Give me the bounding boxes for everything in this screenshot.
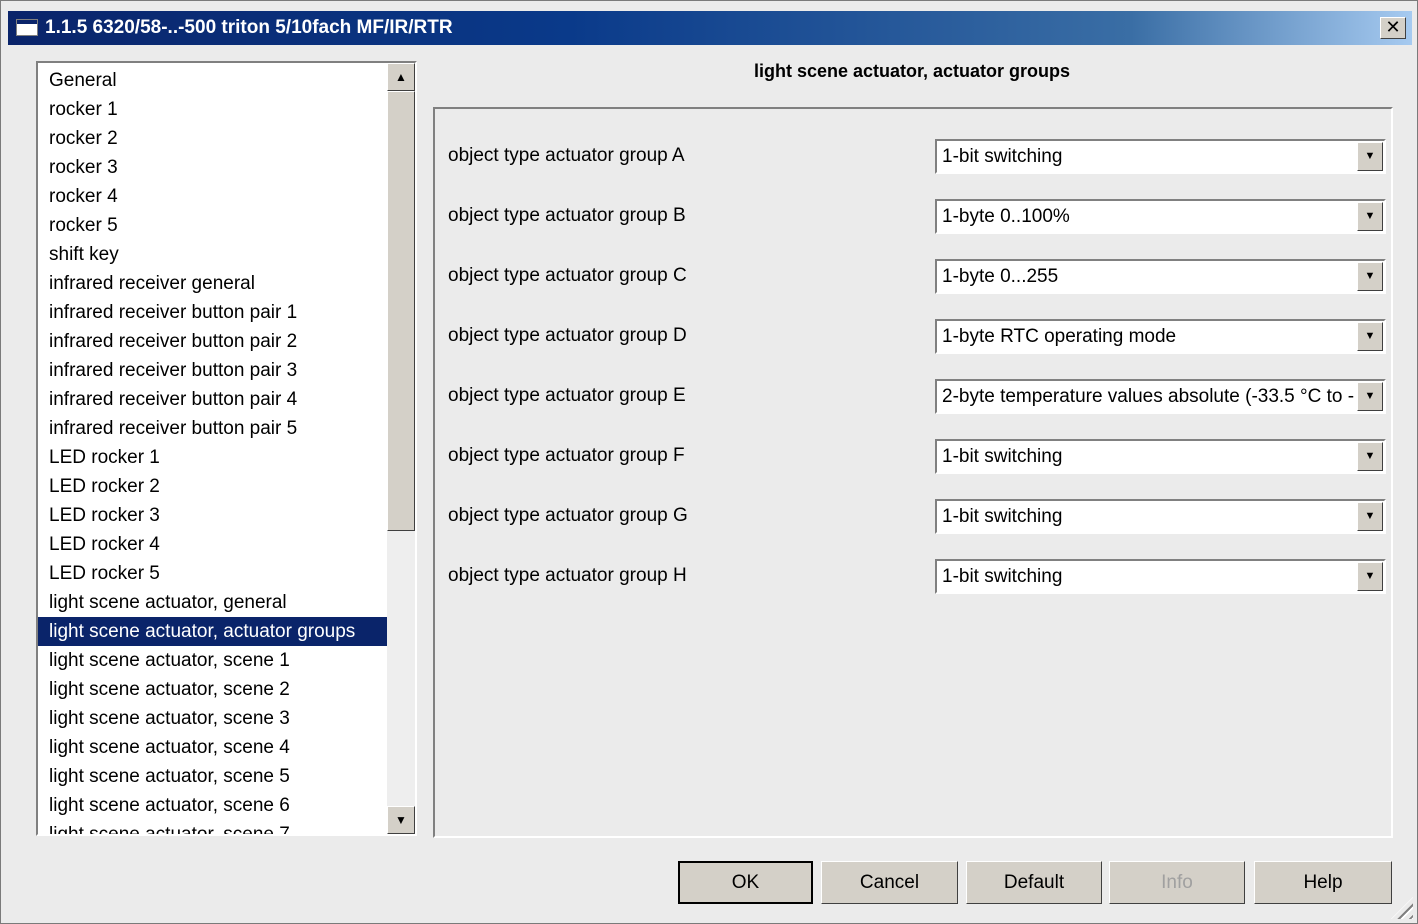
dropdown-value: 1-bit switching xyxy=(942,446,1063,467)
list-item[interactable]: LED rocker 2 xyxy=(38,472,388,501)
list-item[interactable]: shift key xyxy=(38,240,388,269)
parameter-row: object type actuator group F 1-bit switch… xyxy=(435,437,1391,475)
list-item[interactable]: light scene actuator, scene 4 xyxy=(38,733,388,762)
close-button[interactable]: ✕ xyxy=(1380,17,1406,39)
title-bar[interactable]: 1.1.5 6320/58-..-500 triton 5/10fach MF/… xyxy=(8,11,1412,45)
list-scrollbar[interactable]: ▲ ▼ xyxy=(387,63,415,834)
chevron-down-icon[interactable]: ▼ xyxy=(1357,442,1383,471)
dialog-window: 1.1.5 6320/58-..-500 triton 5/10fach MF/… xyxy=(0,0,1418,924)
parameter-dropdown[interactable]: 1-byte 0..100% ▼ xyxy=(935,199,1386,234)
list-item[interactable]: light scene actuator, scene 6 xyxy=(38,791,388,820)
scrollbar-thumb[interactable] xyxy=(387,91,415,531)
list-item[interactable]: infrared receiver button pair 1 xyxy=(38,298,388,327)
list-item[interactable]: rocker 5 xyxy=(38,211,388,240)
window-title: 1.1.5 6320/58-..-500 triton 5/10fach MF/… xyxy=(45,17,453,38)
parameter-dropdown[interactable]: 1-bit switching ▼ xyxy=(935,499,1386,534)
parameter-label: object type actuator group G xyxy=(448,505,688,526)
list-item[interactable]: light scene actuator, scene 2 xyxy=(38,675,388,704)
list-item[interactable]: light scene actuator, scene 7 xyxy=(38,820,388,834)
list-item[interactable]: LED rocker 5 xyxy=(38,559,388,588)
parameter-row: object type actuator group D 1-byte RTC o… xyxy=(435,317,1391,355)
cancel-button[interactable]: Cancel xyxy=(821,861,958,904)
chevron-down-icon[interactable]: ▼ xyxy=(1357,322,1383,351)
list-item[interactable]: rocker 2 xyxy=(38,124,388,153)
parameter-label: object type actuator group E xyxy=(448,385,686,406)
list-item[interactable]: rocker 4 xyxy=(38,182,388,211)
list-item[interactable]: infrared receiver button pair 3 xyxy=(38,356,388,385)
list-item[interactable]: rocker 1 xyxy=(38,95,388,124)
default-button[interactable]: Default xyxy=(966,861,1102,904)
parameter-dropdown[interactable]: 1-bit switching ▼ xyxy=(935,439,1386,474)
parameter-row: object type actuator group E 2-byte tempe… xyxy=(435,377,1391,415)
list-item[interactable]: infrared receiver button pair 4 xyxy=(38,385,388,414)
chevron-down-icon[interactable]: ▼ xyxy=(1357,202,1383,231)
parameter-row: object type actuator group A 1-bit switch… xyxy=(435,137,1391,175)
list-item[interactable]: LED rocker 4 xyxy=(38,530,388,559)
dropdown-value: 1-byte RTC operating mode xyxy=(942,326,1177,347)
parameter-row: object type actuator group B 1-byte 0..10… xyxy=(435,197,1391,235)
parameter-label: object type actuator group D xyxy=(448,325,687,346)
chevron-down-icon[interactable]: ▼ xyxy=(1357,142,1383,171)
window-icon xyxy=(16,19,38,36)
parameter-group: object type actuator group A 1-bit switch… xyxy=(433,107,1393,838)
parameter-dropdown[interactable]: 1-bit switching ▼ xyxy=(935,139,1386,174)
list-item[interactable]: light scene actuator, scene 1 xyxy=(38,646,388,675)
parameter-row: object type actuator group H 1-bit switch… xyxy=(435,557,1391,595)
parameter-dropdown[interactable]: 1-byte 0...255 ▼ xyxy=(935,259,1386,294)
page-title: light scene actuator, actuator groups xyxy=(753,61,1071,81)
parameter-label: object type actuator group F xyxy=(448,445,685,466)
parameter-label: object type actuator group A xyxy=(448,145,685,166)
parameter-row: object type actuator group G 1-bit switch… xyxy=(435,497,1391,535)
list-item[interactable]: LED rocker 3 xyxy=(38,501,388,530)
list-item[interactable]: light scene actuator, actuator groups xyxy=(38,617,388,646)
dropdown-value: 1-byte 0..100% xyxy=(942,206,1070,227)
list-item[interactable]: infrared receiver general xyxy=(38,269,388,298)
scroll-down-icon[interactable]: ▼ xyxy=(387,806,415,834)
chevron-down-icon[interactable]: ▼ xyxy=(1357,562,1383,591)
dropdown-value: 1-bit switching xyxy=(942,506,1063,527)
parameter-row: object type actuator group C 1-byte 0...2… xyxy=(435,257,1391,295)
dropdown-value: 1-bit switching xyxy=(942,566,1063,587)
list-item[interactable]: LED rocker 1 xyxy=(38,443,388,472)
ok-button[interactable]: OK xyxy=(678,861,813,904)
chevron-down-icon[interactable]: ▼ xyxy=(1357,382,1383,411)
parameter-dropdown[interactable]: 1-byte RTC operating mode ▼ xyxy=(935,319,1386,354)
parameter-page-list: General rocker 1 rocker 2 rocker 3 rocker 4r… xyxy=(36,61,417,836)
list-item[interactable]: rocker 3 xyxy=(38,153,388,182)
dropdown-value: 1-bit switching xyxy=(942,146,1063,167)
scroll-up-icon[interactable]: ▲ xyxy=(387,63,415,91)
info-button[interactable]: Info xyxy=(1109,861,1245,904)
list-item[interactable]: infrared receiver button pair 2 xyxy=(38,327,388,356)
dropdown-value: 2-byte temperature values absolute (-33.… xyxy=(942,386,1354,407)
dropdown-value: 1-byte 0...255 xyxy=(942,266,1059,287)
list-item[interactable]: light scene actuator, scene 3 xyxy=(38,704,388,733)
chevron-down-icon[interactable]: ▼ xyxy=(1357,262,1383,291)
parameter-label: object type actuator group H xyxy=(448,565,687,586)
chevron-down-icon[interactable]: ▼ xyxy=(1357,502,1383,531)
list-item[interactable]: General xyxy=(38,66,388,95)
help-button[interactable]: Help xyxy=(1254,861,1392,904)
list-item[interactable]: light scene actuator, scene 5 xyxy=(38,762,388,791)
parameter-label: object type actuator group B xyxy=(448,205,686,226)
resize-grip-icon[interactable] xyxy=(1391,897,1413,919)
parameter-label: object type actuator group C xyxy=(448,265,687,286)
list-item[interactable]: light scene actuator, general xyxy=(38,588,388,617)
parameter-dropdown[interactable]: 2-byte temperature values absolute (-33.… xyxy=(935,379,1386,414)
list-items: General rocker 1 rocker 2 rocker 3 rocker 4r… xyxy=(38,66,388,834)
parameter-dropdown[interactable]: 1-bit switching ▼ xyxy=(935,559,1386,594)
list-item[interactable]: infrared receiver button pair 5 xyxy=(38,414,388,443)
